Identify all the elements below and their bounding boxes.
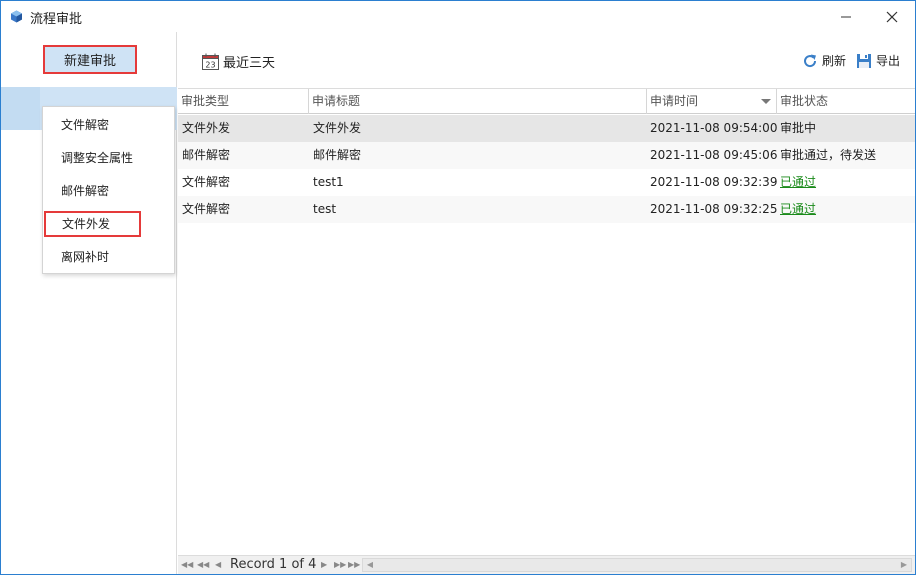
- menu-item-offline-extension[interactable]: 离网补时: [43, 244, 174, 270]
- column-header-request-time[interactable]: 申请时间: [646, 89, 776, 114]
- app-cube-icon: [11, 10, 22, 23]
- column-header-request-title[interactable]: 申请标题: [308, 89, 646, 114]
- record-navigator: ◀◀ ◀◀ ◀ Record 1 of 4 ▶ ▶▶ ▶▶ ◀ ▶: [178, 555, 915, 574]
- sidebar: 新建审批 文件解密 调整安全属性 邮件解密 文件外发 离网补时: [1, 32, 177, 574]
- cell-request-time: 2021-11-08 09:32:25: [650, 202, 778, 216]
- cell-request-title: 邮件解密: [313, 148, 362, 162]
- approval-table: 审批类型 申请标题 申请时间 审批状态 文件外发 文件外发 2021-11-08…: [178, 89, 915, 555]
- close-button[interactable]: [869, 1, 915, 32]
- last-record-icon[interactable]: ▶▶: [348, 560, 360, 569]
- cell-request-title: 文件外发: [313, 121, 362, 135]
- next-page-icon[interactable]: ▶▶: [334, 560, 346, 569]
- sidebar-selected-accent: [1, 87, 40, 130]
- close-icon: [886, 11, 898, 22]
- export-label: 导出: [876, 54, 901, 68]
- menu-item-file-decrypt[interactable]: 文件解密: [43, 112, 174, 138]
- sort-descending-icon: [761, 99, 771, 104]
- export-button[interactable]: 导出: [856, 52, 900, 69]
- new-approval-dropdown-menu: 文件解密 调整安全属性 邮件解密 文件外发 离网补时: [42, 106, 175, 274]
- svg-text:23: 23: [205, 61, 215, 70]
- prev-page-icon[interactable]: ◀◀: [197, 560, 209, 569]
- cell-approval-status: 审批通过，待发送: [780, 148, 877, 162]
- cell-request-time: 2021-11-08 09:32:39: [650, 175, 778, 189]
- cell-approval-type: 文件解密: [182, 175, 231, 189]
- menu-item-mail-decrypt[interactable]: 邮件解密: [43, 178, 174, 204]
- menu-item-file-outbound[interactable]: 文件外发: [44, 211, 141, 237]
- column-header-approval-type[interactable]: 审批类型: [178, 89, 308, 114]
- cell-approval-status[interactable]: 已通过: [780, 169, 816, 196]
- scroll-right-icon[interactable]: ▶: [897, 559, 911, 571]
- minimize-icon: [841, 16, 851, 17]
- cell-approval-status[interactable]: 已通过: [780, 196, 816, 223]
- record-counter: Record 1 of 4: [230, 557, 317, 572]
- save-disk-icon: [857, 53, 871, 68]
- calendar-icon: 23: [202, 53, 219, 70]
- table-row[interactable]: 文件解密 test 2021-11-08 09:32:25 已通过: [178, 196, 915, 223]
- menu-item-adjust-security[interactable]: 调整安全属性: [43, 145, 174, 171]
- cell-approval-type: 文件外发: [182, 121, 231, 135]
- cell-request-title: test: [313, 202, 337, 216]
- cell-approval-status: 审批中: [780, 121, 817, 135]
- minimize-button[interactable]: [823, 1, 869, 32]
- cell-request-time: 2021-11-08 09:54:00: [650, 121, 778, 135]
- table-row[interactable]: 文件外发 文件外发 2021-11-08 09:54:00 审批中: [178, 115, 915, 142]
- next-record-icon[interactable]: ▶: [321, 560, 327, 569]
- new-approval-button[interactable]: 新建审批: [43, 45, 137, 74]
- table-header: 审批类型 申请标题 申请时间 审批状态: [178, 89, 915, 114]
- cell-request-time: 2021-11-08 09:45:06: [650, 148, 778, 162]
- first-record-icon[interactable]: ◀◀: [181, 560, 193, 569]
- refresh-icon: [804, 54, 817, 67]
- table-row[interactable]: 邮件解密 邮件解密 2021-11-08 09:45:06 审批通过，待发送: [178, 142, 915, 169]
- recent-three-days-button[interactable]: 23 最近三天: [202, 52, 275, 71]
- column-header-approval-status[interactable]: 审批状态: [776, 89, 915, 114]
- title-bar: 流程审批: [1, 1, 915, 32]
- approval-window: 流程审批 新建审批 文件解密 调整安全属性 邮件解密 文件外发 离网补时 23 …: [0, 0, 916, 575]
- cell-request-title: test1: [313, 175, 344, 189]
- cell-approval-type: 邮件解密: [182, 148, 231, 162]
- prev-record-icon[interactable]: ◀: [215, 560, 221, 569]
- refresh-label: 刷新: [822, 54, 847, 68]
- column-header-request-time-label: 申请时间: [650, 94, 699, 108]
- window-title: 流程审批: [30, 12, 83, 27]
- horizontal-scrollbar[interactable]: ◀ ▶: [362, 558, 912, 572]
- toolbar: 23 最近三天 刷新 导出: [178, 32, 915, 89]
- table-row[interactable]: 文件解密 test1 2021-11-08 09:32:39 已通过: [178, 169, 915, 196]
- cell-approval-type: 文件解密: [182, 202, 231, 216]
- recent-three-days-label: 最近三天: [223, 56, 276, 71]
- refresh-button[interactable]: 刷新: [802, 52, 846, 69]
- scroll-left-icon[interactable]: ◀: [363, 559, 377, 571]
